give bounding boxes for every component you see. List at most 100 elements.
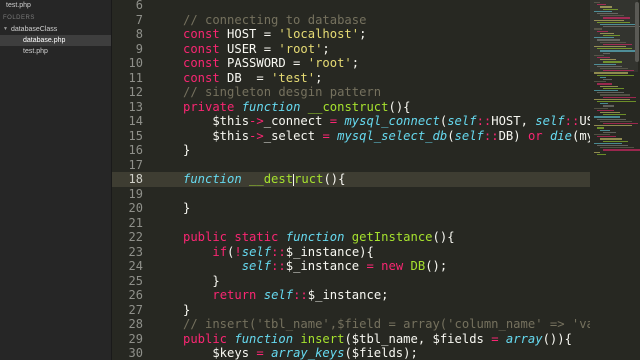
code-line[interactable]: 16} bbox=[112, 143, 590, 158]
code-token: or bbox=[527, 128, 543, 143]
minimap-line bbox=[603, 105, 614, 107]
code-line[interactable]: 20} bbox=[112, 201, 590, 216]
code-line[interactable]: 17 bbox=[112, 158, 590, 173]
minimap-line bbox=[600, 24, 636, 26]
minimap-line bbox=[594, 72, 628, 74]
file-item-test[interactable]: test.php bbox=[0, 46, 111, 57]
code-token: } bbox=[183, 273, 220, 288]
folder-item[interactable]: ▼ databaseClass bbox=[0, 24, 111, 35]
code-token: public bbox=[183, 230, 228, 244]
minimap-line bbox=[594, 63, 616, 65]
line-number: 15 bbox=[128, 128, 143, 143]
minimap-line bbox=[600, 41, 626, 43]
minimap-line bbox=[594, 37, 614, 39]
code-token: function bbox=[234, 331, 294, 346]
code-text: const DB = 'test'; bbox=[183, 71, 322, 86]
folder-label: databaseClass bbox=[10, 26, 58, 33]
code-text: $keys = array_keys($fields); bbox=[183, 346, 417, 360]
minimap-line bbox=[600, 15, 624, 17]
minimap-line bbox=[597, 74, 634, 76]
code-token: array_keys bbox=[271, 346, 345, 360]
code-token: // singleton desgin pattern bbox=[183, 85, 382, 99]
code-text: const USER = 'root'; bbox=[183, 42, 330, 57]
code-line[interactable]: 21 bbox=[112, 216, 590, 231]
code-token: DB) bbox=[498, 128, 528, 143]
code-token: DB bbox=[410, 259, 426, 273]
code-line[interactable]: 12 // singleton desgin pattern bbox=[112, 85, 590, 100]
minimap-line bbox=[594, 19, 624, 21]
code-token: new bbox=[381, 259, 404, 273]
line-number: 8 bbox=[135, 27, 143, 41]
minimap-line bbox=[603, 52, 610, 54]
code-line[interactable]: 7 // connecting to database bbox=[112, 13, 590, 28]
minimap-line bbox=[600, 103, 608, 105]
code-line[interactable]: 6 bbox=[112, 0, 590, 13]
code-token: HOST, bbox=[491, 114, 536, 128]
code-token: function bbox=[183, 172, 242, 186]
code-line[interactable]: 25 } bbox=[112, 274, 590, 289]
open-file-item[interactable]: test.php bbox=[0, 0, 111, 11]
code-token: // insert('tbl_name',$field = array('col… bbox=[183, 317, 590, 331]
code-line[interactable]: 22 public static function getInstance(){ bbox=[112, 230, 590, 245]
line-number: 10 bbox=[128, 56, 143, 70]
code-line[interactable]: 15 $this->_select = mysql_select_db(self… bbox=[112, 129, 590, 144]
scrollbar[interactable] bbox=[635, 2, 639, 62]
code-text: } bbox=[183, 143, 190, 158]
code-token: self bbox=[241, 244, 272, 259]
line-number: 19 bbox=[128, 186, 143, 201]
code-line[interactable]: 28 // insert('tbl_name',$field = array('c… bbox=[112, 317, 590, 332]
line-number: 13 bbox=[128, 99, 143, 114]
minimap-line bbox=[594, 98, 630, 100]
code-line[interactable]: 30 $keys = array_keys($fields); bbox=[112, 346, 590, 360]
code-token: -> bbox=[249, 114, 264, 128]
minimap-line bbox=[600, 59, 616, 61]
code-line[interactable]: 24 self::$_instance = new DB(); bbox=[112, 259, 590, 274]
code-token: self bbox=[535, 114, 565, 128]
code-token: ! bbox=[234, 244, 242, 259]
code-line[interactable]: 9 const USER = 'root'; bbox=[112, 42, 590, 57]
code-line[interactable]: 18 function __destruct(){ bbox=[112, 172, 590, 187]
code-line[interactable]: 14 $this->_connect = mysql_connect(self:… bbox=[112, 114, 590, 129]
code-line[interactable]: 13 private function __construct(){ bbox=[112, 100, 590, 115]
code-text: public static function getInstance(){ bbox=[183, 230, 455, 245]
line-number: 9 bbox=[135, 41, 143, 56]
minimap-line bbox=[594, 90, 618, 92]
minimap[interactable] bbox=[590, 0, 640, 360]
code-text: } bbox=[183, 273, 220, 289]
code-line[interactable]: 27} bbox=[112, 303, 590, 318]
minimap-line bbox=[603, 114, 626, 116]
minimap-line bbox=[597, 13, 618, 15]
minimap-line bbox=[597, 101, 636, 103]
line-number: 28 bbox=[128, 317, 143, 331]
code-line[interactable]: 11 const DB = 'test'; bbox=[112, 71, 590, 86]
code-line[interactable]: 23 if(!self::$_instance){ bbox=[112, 245, 590, 260]
code-token: } bbox=[183, 302, 191, 317]
code-text: $this->_select = mysql_select_db(self::D… bbox=[183, 129, 590, 144]
minimap-line bbox=[603, 43, 632, 45]
minimap-line bbox=[603, 87, 624, 89]
code-line[interactable]: 26 return self::$_instance; bbox=[112, 288, 590, 303]
code-line[interactable]: 10 const PASSWORD = 'root'; bbox=[112, 56, 590, 71]
minimap-line bbox=[597, 83, 612, 85]
code-token: $_instance){ bbox=[285, 244, 374, 259]
code-line[interactable]: 19 bbox=[112, 187, 590, 202]
code-line[interactable]: 8 const HOST = 'localhost'; bbox=[112, 27, 590, 42]
minimap-line bbox=[597, 153, 606, 155]
code-token: } bbox=[183, 201, 191, 215]
minimap-line bbox=[597, 136, 616, 138]
code-token: HOST = bbox=[219, 27, 279, 41]
code-token: = bbox=[322, 128, 330, 143]
file-item-database[interactable]: database.php bbox=[0, 35, 111, 46]
code-token: (); bbox=[425, 259, 448, 273]
code-token: ruct bbox=[294, 172, 324, 186]
minimap-line bbox=[603, 17, 630, 19]
code-token: $this bbox=[183, 114, 250, 128]
code-editor[interactable]: 6 7 // connecting to database 8 const HOST =… bbox=[112, 0, 590, 360]
code-line[interactable]: 29 public function insert($tbl_name, $fie… bbox=[112, 332, 590, 347]
minimap-line bbox=[597, 57, 610, 59]
chevron-down-icon[interactable]: ▼ bbox=[3, 24, 8, 35]
